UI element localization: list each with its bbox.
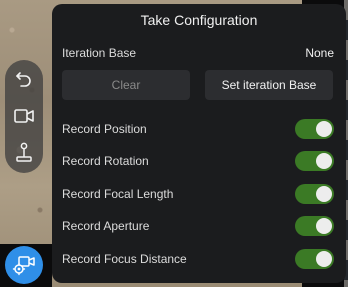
record-video-button[interactable] xyxy=(5,99,43,133)
camera-settings-button[interactable] xyxy=(5,246,43,284)
iteration-base-label: Iteration Base xyxy=(62,46,137,60)
joystick-icon xyxy=(16,142,32,162)
toggle-knob xyxy=(316,186,332,202)
toggle-knob xyxy=(316,251,332,267)
undo-icon xyxy=(16,72,31,87)
take-configuration-panel: Take Configuration Iteration Base None C… xyxy=(52,4,346,283)
toggle-knob xyxy=(316,121,332,137)
record-focal-length-label: Record Focal Length xyxy=(62,187,174,201)
toggle-knob xyxy=(316,153,332,169)
clear-button-label: Clear xyxy=(111,78,141,92)
panel-title: Take Configuration xyxy=(140,12,258,28)
iteration-base-value: None xyxy=(305,46,334,60)
record-rotation-toggle[interactable] xyxy=(295,151,334,171)
joystick-button[interactable] xyxy=(5,136,43,170)
app-screen: Take Configuration Iteration Base None C… xyxy=(0,0,348,287)
record-position-toggle[interactable] xyxy=(295,119,334,139)
toggle-knob xyxy=(316,218,332,234)
record-focus-distance-toggle[interactable] xyxy=(295,249,334,269)
record-position-label: Record Position xyxy=(62,122,147,136)
tool-palette xyxy=(5,60,43,173)
video-camera-icon xyxy=(14,109,34,123)
record-focal-length-toggle[interactable] xyxy=(295,184,334,204)
clear-button[interactable]: Clear xyxy=(62,70,190,100)
record-aperture-toggle[interactable] xyxy=(295,216,334,236)
record-rotation-label: Record Rotation xyxy=(62,154,149,168)
set-iteration-base-label: Set iteration Base xyxy=(221,78,317,92)
undo-button[interactable] xyxy=(5,62,43,96)
record-aperture-label: Record Aperture xyxy=(62,219,150,233)
set-iteration-base-button[interactable]: Set iteration Base xyxy=(205,70,333,100)
camera-settings-icon xyxy=(12,256,35,276)
record-focus-distance-label: Record Focus Distance xyxy=(62,252,187,266)
